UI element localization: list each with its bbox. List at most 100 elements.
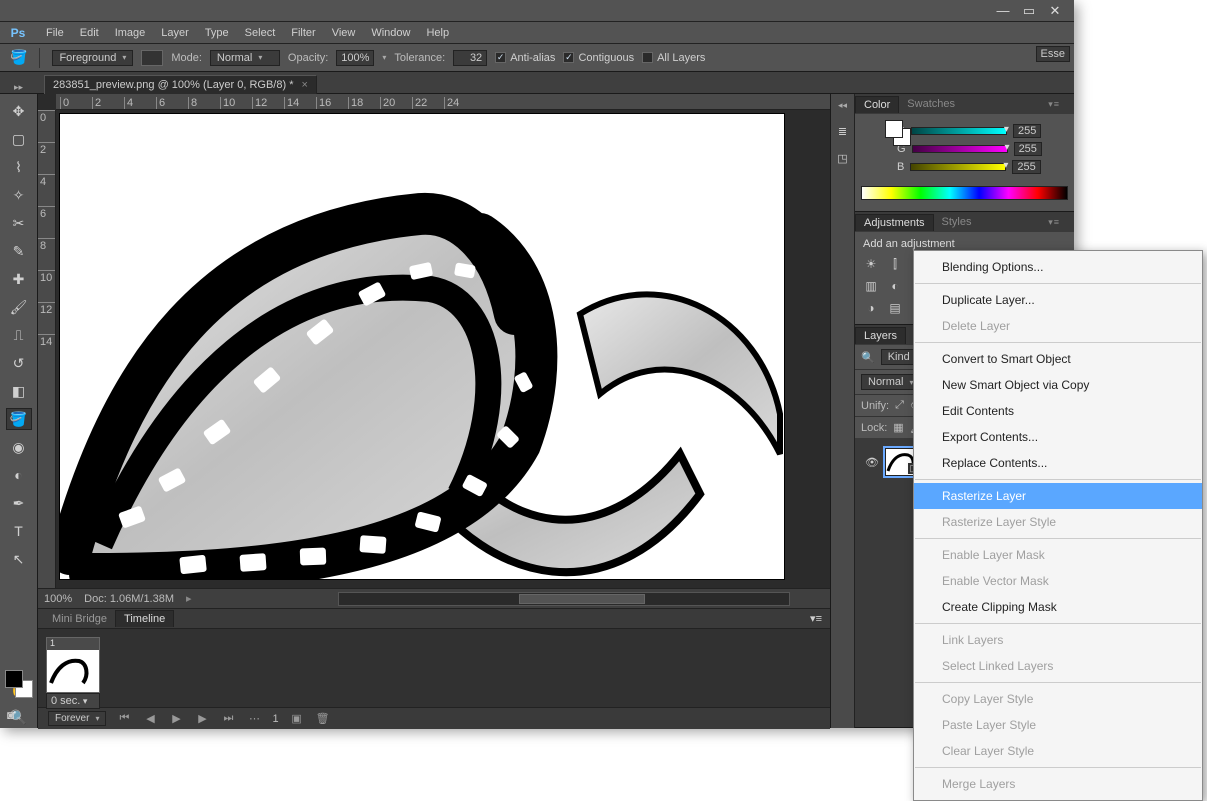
pen-tool[interactable]: ✒ xyxy=(6,492,32,514)
all-layers-checkbox[interactable]: All Layers xyxy=(642,52,705,64)
lock-pixels-icon[interactable]: ▦ xyxy=(893,421,903,434)
path-selection-tool[interactable]: ↖ xyxy=(6,548,32,570)
color-wells[interactable] xyxy=(5,670,33,698)
healing-tool[interactable]: ✚ xyxy=(6,268,32,290)
contiguous-checkbox[interactable]: ✓Contiguous xyxy=(563,52,634,64)
tab-strip-expand-icon[interactable]: ▸▸ xyxy=(14,82,23,93)
g-value[interactable]: 255 xyxy=(1014,142,1042,156)
delete-frame-icon[interactable]: 🗑 xyxy=(315,712,331,725)
tab-color[interactable]: Color xyxy=(855,96,899,113)
ctx-duplicate-layer[interactable]: Duplicate Layer... xyxy=(914,287,1202,313)
play-icon[interactable]: ▶ xyxy=(168,712,184,725)
menu-view[interactable]: View xyxy=(324,22,364,44)
minimize-button[interactable]: — xyxy=(990,3,1016,19)
zoom-level[interactable]: 100% xyxy=(44,593,72,605)
close-button[interactable]: ✕ xyxy=(1042,3,1068,19)
move-tool[interactable]: ✥ xyxy=(6,100,32,122)
b-slider[interactable]: ▾ xyxy=(910,163,1006,171)
g-slider[interactable]: ▾ xyxy=(912,145,1008,153)
menu-image[interactable]: Image xyxy=(107,22,154,44)
tween-icon[interactable]: ⋯ xyxy=(246,712,262,725)
b-value[interactable]: 255 xyxy=(1012,160,1040,174)
new-frame-icon[interactable]: ▣ xyxy=(289,712,305,725)
dodge-tool[interactable]: ◐ xyxy=(6,464,32,486)
maximize-button[interactable]: ▭ xyxy=(1016,3,1042,19)
tab-layers[interactable]: Layers xyxy=(855,327,906,344)
menu-help[interactable]: Help xyxy=(418,22,457,44)
mode-dropdown[interactable]: Normal xyxy=(210,50,280,66)
ctx-rasterize-layer[interactable]: Rasterize Layer xyxy=(914,483,1202,509)
hue-icon[interactable]: ◐ xyxy=(887,278,903,294)
lasso-tool[interactable]: ⌇ xyxy=(6,156,32,178)
workspace-switcher[interactable]: Esse xyxy=(1036,46,1070,62)
panel-menu-icon[interactable]: ▾≡ xyxy=(810,612,822,625)
tab-adjustments[interactable]: Adjustments xyxy=(855,214,934,231)
ctx-new-smart-object-via-copy[interactable]: New Smart Object via Copy xyxy=(914,372,1202,398)
menu-type[interactable]: Type xyxy=(197,22,237,44)
visibility-toggle-icon[interactable]: 👁 xyxy=(865,456,879,469)
antialias-checkbox[interactable]: ✓Anti-alias xyxy=(495,52,555,64)
unify-position-icon[interactable]: ⤢ xyxy=(895,399,904,412)
history-panel-icon[interactable]: ≣ xyxy=(838,125,847,138)
menu-file[interactable]: File xyxy=(38,22,72,44)
pattern-swatch-icon[interactable] xyxy=(141,50,163,66)
ctx-edit-contents[interactable]: Edit Contents xyxy=(914,398,1202,424)
eyedropper-tool[interactable]: ✎ xyxy=(6,240,32,262)
tab-styles[interactable]: Styles xyxy=(934,214,980,230)
horizontal-scrollbar[interactable] xyxy=(338,592,790,606)
tab-mini-bridge[interactable]: Mini Bridge xyxy=(44,611,115,627)
ctx-export-contents[interactable]: Export Contents... xyxy=(914,424,1202,450)
menu-layer[interactable]: Layer xyxy=(153,22,197,44)
fill-source-dropdown[interactable]: Foreground xyxy=(52,50,133,66)
timeline-frame[interactable]: 1 xyxy=(46,637,100,693)
posterize-icon[interactable]: ▤ xyxy=(887,300,903,316)
magic-wand-tool[interactable]: ✧ xyxy=(6,184,32,206)
tolerance-value[interactable]: 32 xyxy=(453,50,487,66)
color-spectrum[interactable] xyxy=(861,186,1068,200)
r-slider[interactable]: ▾ xyxy=(911,127,1007,135)
next-frame-icon[interactable]: ▶ xyxy=(194,712,210,725)
layer-context-menu[interactable]: Blending Options...Duplicate Layer...Del… xyxy=(913,250,1203,801)
doc-size-info[interactable]: Doc: 1.06M/1.38M xyxy=(84,593,174,605)
quickmask-icon[interactable]: ◙ xyxy=(7,708,14,722)
paint-bucket-tool[interactable]: 🪣 xyxy=(6,408,32,430)
brightness-icon[interactable]: ☀ xyxy=(863,256,879,272)
color-panel-menu-icon[interactable]: ▾≡ xyxy=(1040,97,1068,112)
info-dropdown-icon[interactable]: ▸ xyxy=(186,592,192,605)
first-frame-icon[interactable]: ⏮ xyxy=(116,712,132,725)
invert-icon[interactable]: ◑ xyxy=(863,300,879,316)
document-tab[interactable]: 283851_preview.png @ 100% (Layer 0, RGB/… xyxy=(44,75,317,94)
frame-duration[interactable]: 0 sec. ▾ xyxy=(46,693,100,709)
ctx-blending-options[interactable]: Blending Options... xyxy=(914,254,1202,280)
crop-tool[interactable]: ✂ xyxy=(6,212,32,234)
tab-swatches[interactable]: Swatches xyxy=(899,96,963,112)
menu-edit[interactable]: Edit xyxy=(72,22,107,44)
close-tab-icon[interactable]: × xyxy=(301,79,307,91)
opacity-value[interactable]: 100% xyxy=(336,50,374,66)
dock-collapse-icon[interactable]: ◂◂ xyxy=(838,100,847,111)
marquee-tool[interactable]: ▢ xyxy=(6,128,32,150)
levels-icon[interactable]: ⫿ xyxy=(887,256,903,272)
last-frame-icon[interactable]: ⏭ xyxy=(220,712,236,725)
vibrance-icon[interactable]: ▥ xyxy=(863,278,879,294)
r-value[interactable]: 255 xyxy=(1013,124,1041,138)
ctx-create-clipping-mask[interactable]: Create Clipping Mask xyxy=(914,594,1202,620)
stamp-tool[interactable]: ⎍ xyxy=(6,324,32,346)
ctx-convert-to-smart-object[interactable]: Convert to Smart Object xyxy=(914,346,1202,372)
prev-frame-icon[interactable]: ◀ xyxy=(142,712,158,725)
menu-filter[interactable]: Filter xyxy=(283,22,323,44)
type-tool[interactable]: T xyxy=(6,520,32,542)
tab-timeline[interactable]: Timeline xyxy=(115,610,174,627)
blur-tool[interactable]: ◉ xyxy=(6,436,32,458)
blend-mode-dropdown[interactable]: Normal xyxy=(861,374,920,390)
properties-panel-icon[interactable]: ◳ xyxy=(837,152,847,165)
adjustments-menu-icon[interactable]: ▾≡ xyxy=(1040,215,1068,230)
document-canvas[interactable] xyxy=(60,114,784,579)
history-brush-tool[interactable]: ↺ xyxy=(6,352,32,374)
menu-select[interactable]: Select xyxy=(237,22,284,44)
loop-dropdown[interactable]: Forever xyxy=(48,711,106,726)
brush-tool[interactable]: 🖌 xyxy=(6,296,32,318)
menu-window[interactable]: Window xyxy=(363,22,418,44)
foreground-color-well[interactable] xyxy=(5,670,23,688)
ctx-replace-contents[interactable]: Replace Contents... xyxy=(914,450,1202,476)
